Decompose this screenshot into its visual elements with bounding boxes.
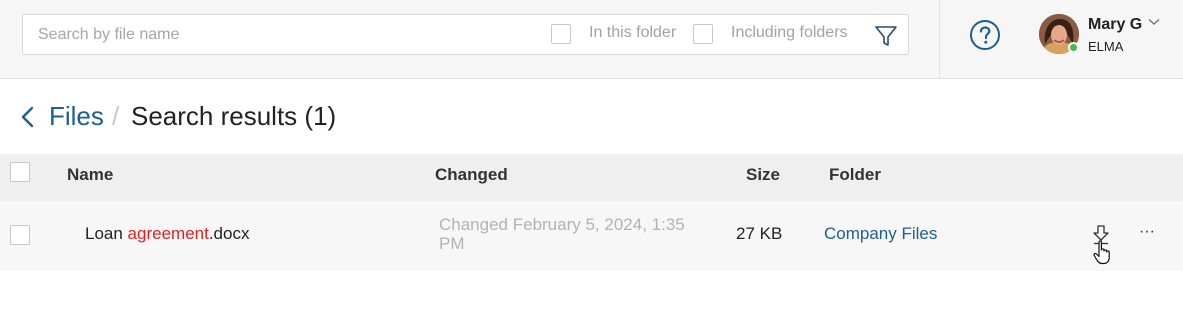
breadcrumb-separator: / [112,101,120,131]
help-icon[interactable] [969,19,1001,51]
hand-cursor-icon [1093,240,1110,265]
search-input[interactable] [38,24,538,46]
file-size: 27 KB [736,224,783,243]
user-org: ELMA [1088,39,1124,54]
file-name-match: agreement [127,224,209,243]
in-this-folder-label: In this folder [589,24,677,41]
page-title: Search results (1) [131,101,337,131]
top-bar: In this folder Including folders Mary G … [0,0,1183,79]
including-folders-label: Including folders [731,24,848,41]
column-size[interactable]: Size [746,165,780,185]
column-name[interactable]: Name [67,165,113,185]
row-checkbox[interactable] [10,225,30,245]
file-changed: Changed February 5, 2024, 1:35 PM [439,215,685,253]
table-row[interactable]: Loan agreement.docx Changed February 5, … [0,201,1183,271]
breadcrumb-files-link[interactable]: Files [49,101,104,132]
more-icon[interactable]: ··· [1138,223,1156,243]
file-name-prefix: Loan [85,224,128,243]
user-name[interactable]: Mary G [1088,16,1142,34]
table-header: Name Changed Size Folder [0,154,1183,201]
header-divider [939,0,940,78]
file-name-link[interactable]: Loan agreement.docx [85,224,249,244]
filter-icon[interactable] [874,24,898,48]
chevron-down-icon[interactable] [1148,18,1160,26]
search-box: In this folder Including folders [22,14,909,55]
folder-link[interactable]: Company Files [824,224,937,244]
including-folders-checkbox[interactable] [693,24,713,44]
column-folder[interactable]: Folder [829,165,881,185]
column-changed[interactable]: Changed [435,165,508,185]
in-this-folder-checkbox[interactable] [551,24,571,44]
select-all-checkbox[interactable] [10,162,30,182]
file-name-suffix: .docx [208,224,250,243]
online-status-indicator [1068,42,1079,53]
back-arrow-icon[interactable] [20,106,36,128]
